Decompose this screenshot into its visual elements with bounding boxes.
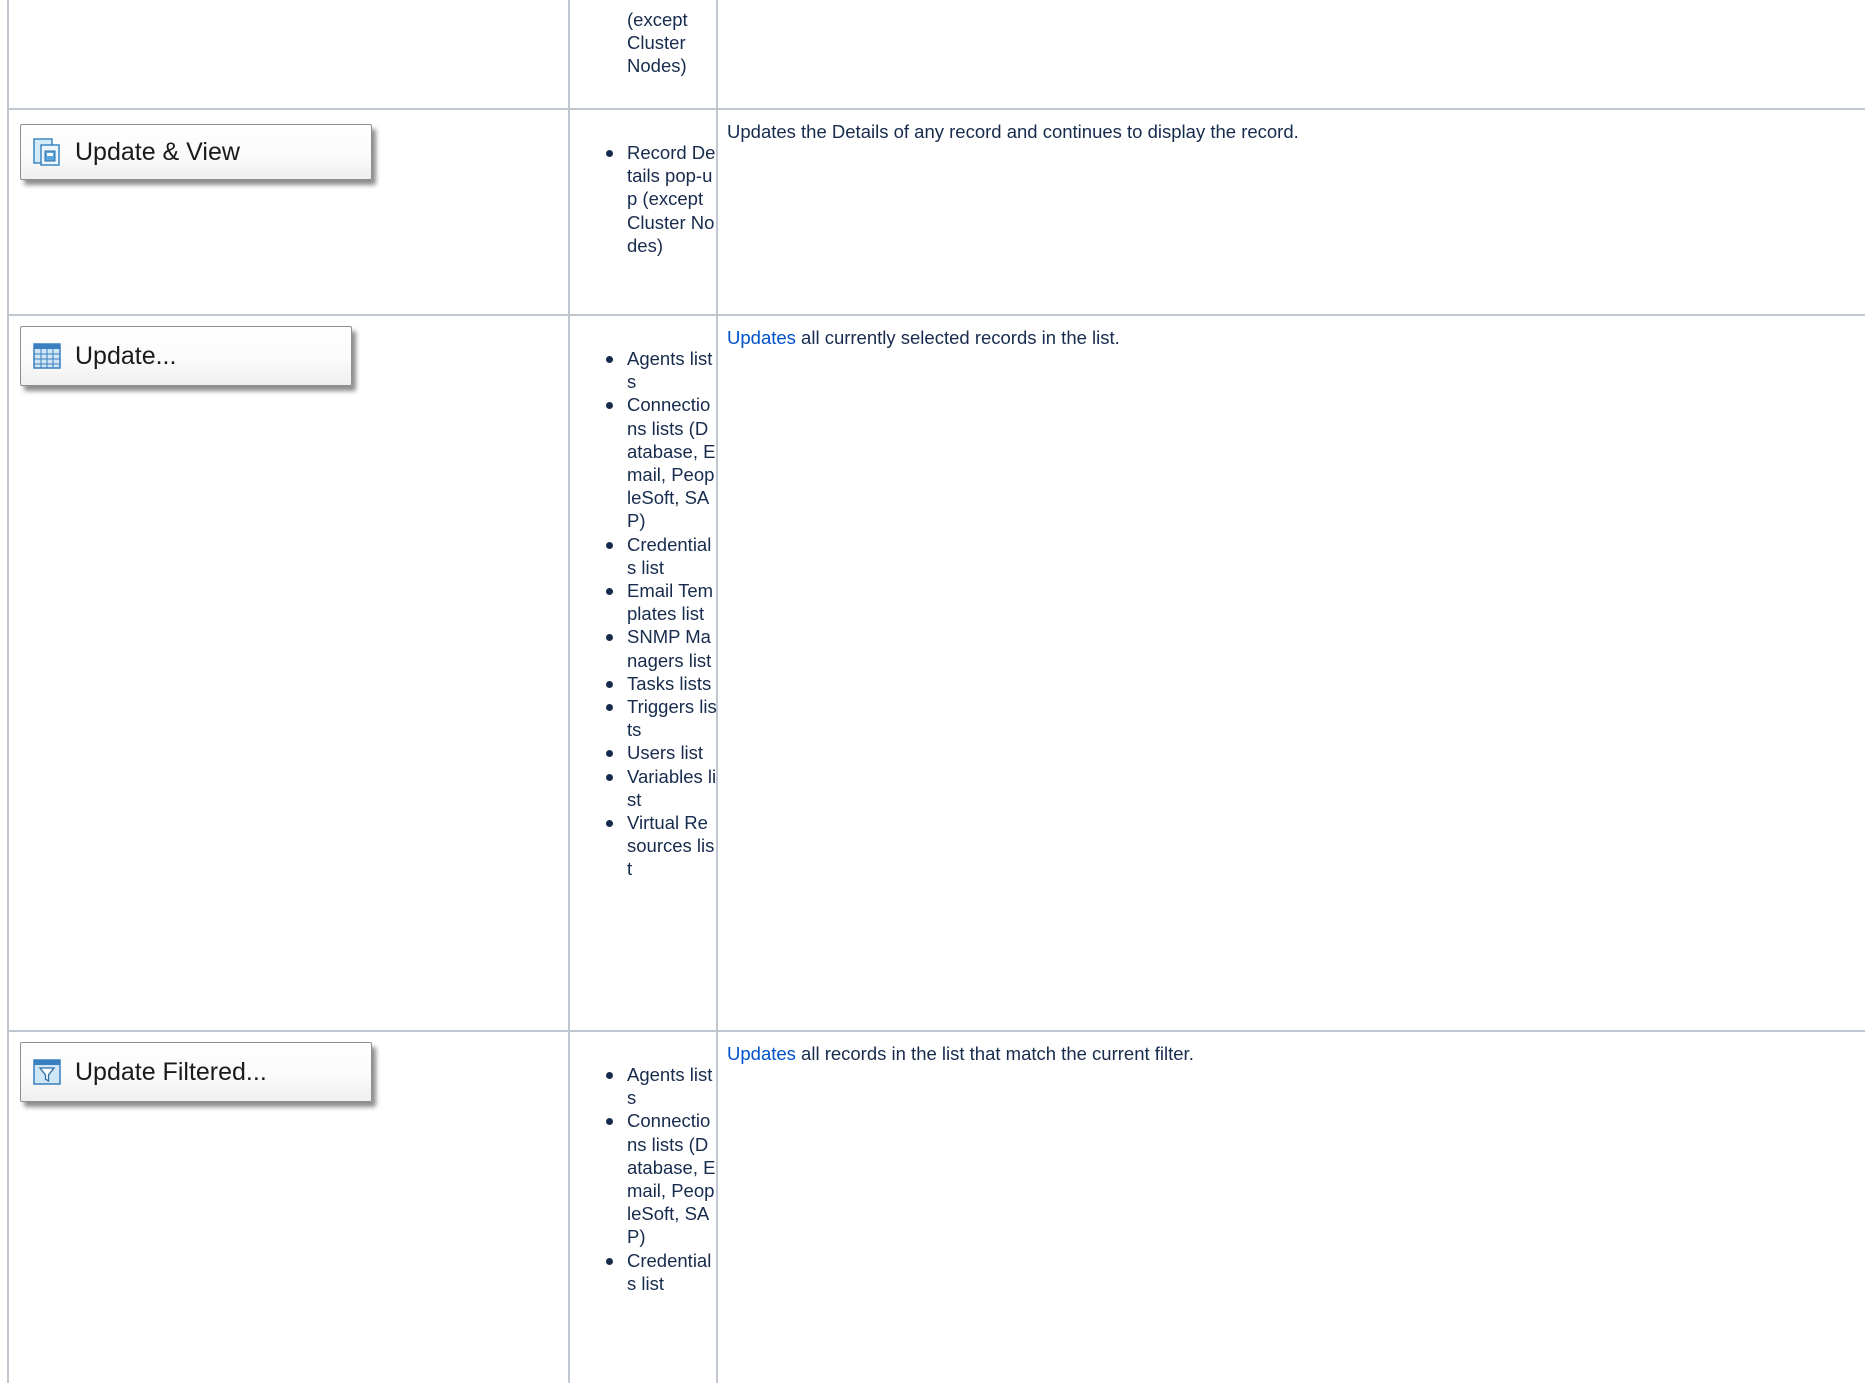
update-button-image: Update...	[20, 326, 352, 386]
usage-text: (except Cluster Nodes)	[627, 9, 688, 77]
column-divider	[568, 0, 570, 1383]
updates-link[interactable]: Updates	[727, 327, 796, 348]
list-item: Agents lists	[572, 347, 717, 393]
column-divider	[7, 0, 9, 1383]
usage-cell: (except Cluster Nodes)	[572, 8, 720, 78]
button-label: Update Filtered...	[75, 1057, 267, 1086]
button-label: Update...	[75, 341, 177, 370]
list-item: Variables list	[572, 765, 717, 811]
usage-list: Agents lists Connections lists (Database…	[572, 1063, 720, 1295]
actions-table: (except Cluster Nodes) Update & View Rec…	[7, 0, 1865, 1383]
usage-cell: Agents lists Connections lists (Database…	[572, 347, 720, 881]
list-item: Users list	[572, 741, 717, 764]
description-cell: Updates all currently selected records i…	[727, 326, 1855, 349]
list-item: Virtual Resources list	[572, 811, 717, 881]
description-text: Updates the Details of any record and co…	[727, 121, 1299, 142]
list-item: Tasks lists	[572, 672, 717, 695]
list-item: Agents lists	[572, 1063, 717, 1109]
description-cell: Updates the Details of any record and co…	[727, 120, 1855, 143]
description-cell: Updates all records in the list that mat…	[727, 1042, 1855, 1065]
usage-list: Agents lists Connections lists (Database…	[572, 347, 720, 881]
list-item: Email Templates list	[572, 579, 717, 625]
grid-table-icon	[31, 340, 63, 372]
row-divider	[7, 314, 1865, 316]
row-divider	[7, 1030, 1865, 1032]
usage-cell: Agents lists Connections lists (Database…	[572, 1063, 720, 1295]
update-and-view-button-image: Update & View	[20, 124, 372, 180]
update-filtered-button-image: Update Filtered...	[20, 1042, 372, 1102]
usage-list: Record Details pop-up (except Cluster No…	[572, 141, 720, 257]
list-item: Connections lists (Database, Email, Peop…	[572, 393, 717, 532]
filter-icon	[31, 1056, 63, 1088]
description-text: all records in the list that match the c…	[795, 1043, 1194, 1064]
usage-cell: Record Details pop-up (except Cluster No…	[572, 141, 720, 257]
list-item: Triggers lists	[572, 695, 717, 741]
row-divider	[7, 108, 1865, 110]
updates-link[interactable]: Updates	[727, 1043, 796, 1064]
list-item: SNMP Managers list	[572, 625, 717, 671]
button-label: Update & View	[75, 137, 240, 166]
list-item: Credentials list	[572, 533, 717, 579]
list-item: Credentials list	[572, 1249, 717, 1295]
list-item: Record Details pop-up (except Cluster No…	[572, 141, 717, 257]
document-update-icon	[31, 136, 63, 168]
list-item: Connections lists (Database, Email, Peop…	[572, 1109, 717, 1248]
description-text: all currently selected records in the li…	[795, 327, 1120, 348]
